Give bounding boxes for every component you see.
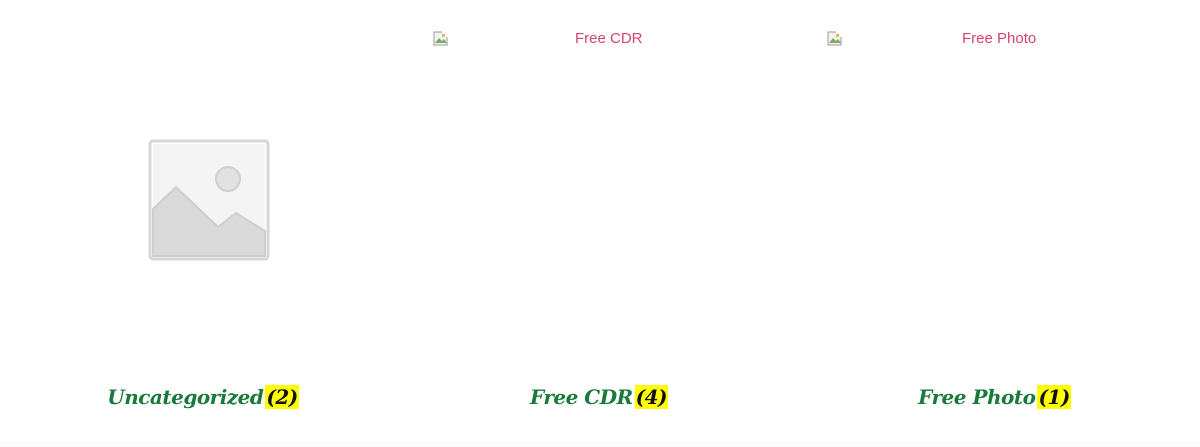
- broken-image-icon: [433, 31, 448, 46]
- section-bottom-edge: [0, 441, 1200, 447]
- category-count-badge: (1): [1037, 385, 1071, 409]
- broken-image-icon: [827, 31, 842, 46]
- category-name: Uncategorized: [107, 385, 264, 409]
- image-alt-text: Free Photo: [962, 30, 1037, 47]
- image-alt-text: Free CDR: [575, 30, 643, 47]
- category-card-uncategorized[interactable]: Uncategorized (2): [0, 0, 417, 447]
- category-name: Free CDR: [529, 385, 633, 409]
- category-count-badge: (4): [634, 385, 669, 409]
- category-grid: Uncategorized(2) Free CDR Free CDR(4): [0, 0, 1200, 447]
- category-count-badge: (2): [265, 385, 299, 409]
- category-link-free-photo[interactable]: Free Photo (1): [789, 385, 1200, 409]
- category-name: Free Photo: [918, 385, 1036, 409]
- category-image-free-photo[interactable]: Free Photo: [827, 30, 1036, 55]
- category-card-free-cdr[interactable]: Free CDR Free CDR (4): [417, 0, 800, 447]
- category-link-free-cdr[interactable]: Free CDR (4): [398, 385, 800, 409]
- category-card-free-photo[interactable]: Free Photo Free Photo (1): [800, 0, 1200, 447]
- image-placeholder-icon[interactable]: [148, 139, 270, 261]
- category-image-free-cdr[interactable]: Free CDR: [433, 30, 643, 55]
- category-link-uncategorized[interactable]: Uncategorized (2): [0, 385, 417, 409]
